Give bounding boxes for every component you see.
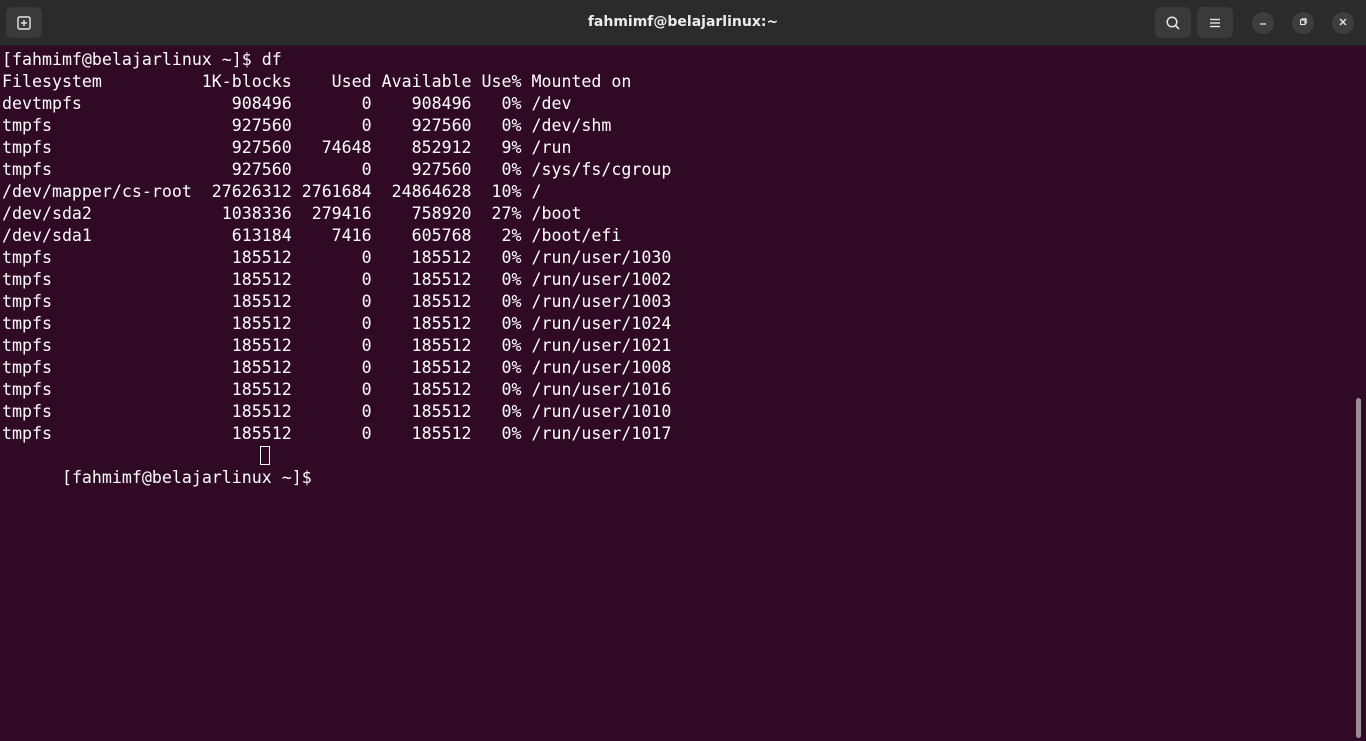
restore-icon	[1298, 14, 1308, 32]
terminal-line: [fahmimf@belajarlinux ~]$ df	[2, 50, 282, 69]
terminal-line: tmpfs 185512 0 185512 0% /run/user/1010	[2, 402, 672, 421]
terminal-line: /dev/mapper/cs-root 27626312 2761684 248…	[2, 182, 542, 201]
terminal-line: /dev/sda2 1038336 279416 758920 27% /boo…	[2, 204, 582, 223]
terminal-line: tmpfs 927560 0 927560 0% /sys/fs/cgroup	[2, 160, 672, 179]
terminal-window: fahmimf@belajarlinux:~ [fahmimf@belajarl…	[0, 0, 1366, 741]
terminal-line: tmpfs 185512 0 185512 0% /run/user/1008	[2, 358, 672, 377]
menu-button[interactable]	[1197, 7, 1233, 38]
title-bar[interactable]: fahmimf@belajarlinux:~	[0, 0, 1366, 46]
text-cursor	[260, 446, 270, 465]
minimize-icon	[1258, 14, 1268, 32]
terminal-line: tmpfs 185512 0 185512 0% /run/user/1024	[2, 314, 672, 333]
terminal-line: devtmpfs 908496 0 908496 0% /dev	[2, 94, 572, 113]
terminal-line: /dev/sda1 613184 7416 605768 2% /boot/ef…	[2, 226, 622, 245]
hamburger-menu-icon	[1208, 16, 1222, 30]
shell-prompt: [fahmimf@belajarlinux ~]$	[61, 468, 322, 487]
terminal-line: tmpfs 927560 74648 852912 9% /run	[2, 138, 572, 157]
terminal-line: tmpfs 927560 0 927560 0% /dev/shm	[2, 116, 612, 135]
restore-button[interactable]	[1292, 12, 1314, 34]
terminal-line: tmpfs 185512 0 185512 0% /run/user/1016	[2, 380, 672, 399]
minimize-button[interactable]	[1252, 12, 1274, 34]
terminal-line: tmpfs 185512 0 185512 0% /run/user/1021	[2, 336, 672, 355]
terminal-line: Filesystem 1K-blocks Used Available Use%…	[2, 72, 632, 91]
search-button[interactable]	[1155, 7, 1191, 38]
terminal-line: tmpfs 185512 0 185512 0% /run/user/1030	[2, 248, 672, 267]
scrollbar-thumb[interactable]	[1356, 398, 1361, 738]
search-icon	[1165, 15, 1181, 31]
terminal-line: tmpfs 185512 0 185512 0% /run/user/1017	[2, 424, 672, 443]
close-button[interactable]	[1332, 12, 1354, 34]
terminal-output[interactable]: [fahmimf@belajarlinux ~]$ df Filesystem …	[0, 46, 1352, 741]
terminal-line: tmpfs 185512 0 185512 0% /run/user/1002	[2, 270, 672, 289]
terminal-line: tmpfs 185512 0 185512 0% /run/user/1003	[2, 292, 672, 311]
close-icon	[1338, 14, 1348, 32]
prompt-line[interactable]: [fahmimf@belajarlinux ~]$	[2, 445, 322, 487]
